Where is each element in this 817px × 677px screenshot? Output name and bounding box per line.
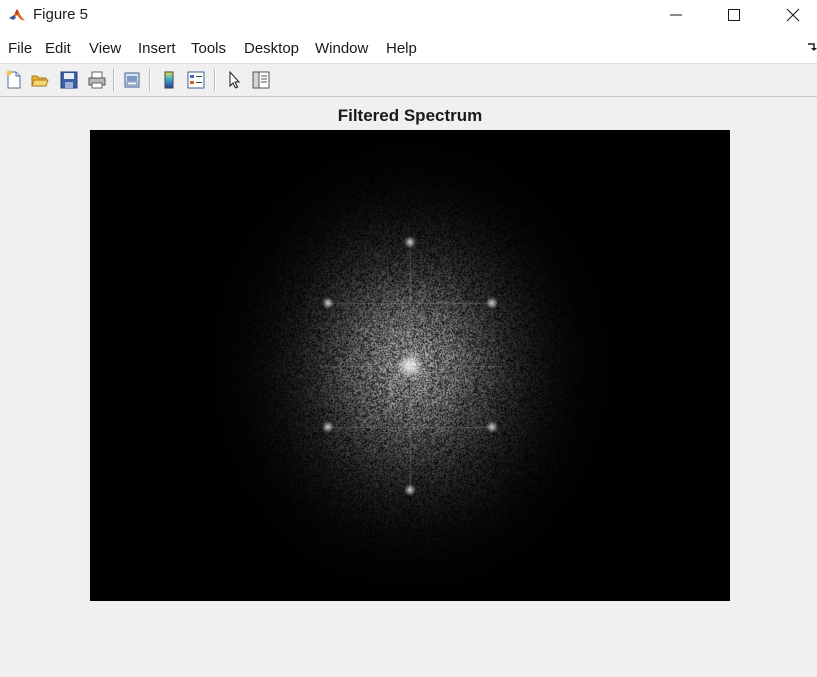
legend-icon (187, 71, 205, 89)
menu-window[interactable]: Window (315, 40, 368, 57)
toolbar-separator (214, 69, 216, 91)
toolbar-separator (113, 69, 115, 91)
menu-bar: File Edit View Insert Tools Desktop Wind… (0, 32, 817, 64)
figure-canvas[interactable]: Filtered Spectrum (0, 97, 817, 677)
pointer-arrow-icon (229, 70, 241, 89)
close-icon (786, 8, 800, 22)
spectrum-image-axes[interactable] (90, 130, 730, 601)
minimize-icon (670, 14, 682, 16)
figure-window: Figure 5 File Edit View Insert Tools Des… (0, 0, 817, 677)
window-title: Figure 5 (33, 6, 89, 23)
print-button[interactable] (85, 68, 109, 92)
title-bar[interactable]: Figure 5 (0, 0, 817, 32)
new-figure-button[interactable] (2, 68, 26, 92)
close-button[interactable] (770, 0, 816, 30)
open-file-button[interactable] (28, 68, 52, 92)
menu-help[interactable]: Help (386, 40, 417, 57)
colorbar-icon (164, 71, 174, 89)
edit-plot-button[interactable] (222, 68, 246, 92)
minimize-button[interactable] (653, 0, 699, 30)
print-preview-button[interactable] (120, 68, 144, 92)
spectrum-image (90, 130, 730, 601)
menu-insert[interactable]: Insert (138, 40, 176, 57)
menu-overflow-arrow-icon[interactable] (806, 41, 817, 53)
menu-desktop[interactable]: Desktop (244, 40, 299, 57)
menu-tools[interactable]: Tools (191, 40, 226, 57)
figure-toolbar (0, 64, 817, 97)
print-preview-icon (124, 72, 140, 88)
menu-edit[interactable]: Edit (45, 40, 71, 57)
print-icon (88, 71, 106, 89)
toolbar-separator (149, 69, 151, 91)
insert-legend-button[interactable] (184, 68, 208, 92)
insert-colorbar-button[interactable] (157, 68, 181, 92)
new-document-icon (6, 70, 21, 89)
folder-open-icon (31, 75, 49, 87)
maximize-button[interactable] (711, 0, 757, 30)
matlab-logo-icon (8, 6, 26, 24)
save-icon (60, 71, 78, 89)
property-inspector-button[interactable] (249, 68, 273, 92)
maximize-icon (728, 9, 740, 21)
menu-view[interactable]: View (89, 40, 121, 57)
panel-icon (252, 71, 270, 89)
plot-title: Filtered Spectrum (337, 106, 483, 125)
menu-file[interactable]: File (8, 40, 32, 57)
save-button[interactable] (57, 68, 81, 92)
